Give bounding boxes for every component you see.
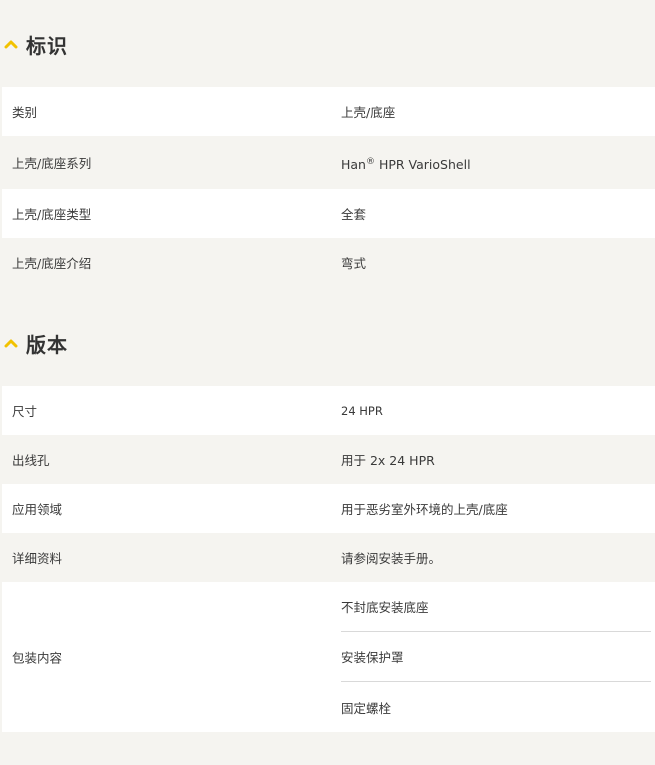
spec-table-identification: 类别 上壳/底座 上壳/底座系列 Han® HPR VarioShell 上壳/… <box>2 87 655 287</box>
table-row: 包装内容 不封底安装底座 安装保护罩 固定螺栓 <box>2 582 655 732</box>
table-row: 上壳/底座类型 全套 <box>2 189 655 238</box>
table-row: 上壳/底座系列 Han® HPR VarioShell <box>2 136 655 189</box>
row-label: 上壳/底座类型 <box>12 207 92 222</box>
table-row: 上壳/底座介绍 弯式 <box>2 238 655 287</box>
row-value: 上壳/底座 <box>341 105 396 120</box>
list-item: 固定螺栓 <box>341 700 392 716</box>
value-prefix: Han <box>341 157 366 172</box>
spec-table-version: 尺寸 24 HPR 出线孔 用于 2x 24 HPR 应用领域 用于恶劣室外环境… <box>2 386 655 732</box>
row-label: 上壳/底座系列 <box>12 156 92 171</box>
row-value: 用于恶劣室外环境的上壳/底座 <box>341 502 508 517</box>
row-label: 出线孔 <box>12 453 50 468</box>
row-label: 包装内容 <box>12 650 63 666</box>
list-item: 不封底安装底座 <box>341 582 651 632</box>
row-value: 请参阅安装手册。 <box>341 551 442 566</box>
list-item: 安装保护罩 <box>341 632 651 682</box>
row-label: 应用领域 <box>12 502 63 517</box>
package-contents-list: 不封底安装底座 安装保护罩 固定螺栓 <box>341 582 651 732</box>
row-value: 全套 <box>341 207 367 222</box>
row-value: 弯式 <box>341 256 367 271</box>
value-suffix: HPR VarioShell <box>374 157 471 172</box>
table-row: 应用领域 用于恶劣室外环境的上壳/底座 <box>2 484 655 533</box>
section-title: 标识 <box>26 33 68 58</box>
row-label: 尺寸 <box>12 404 38 419</box>
table-row: 出线孔 用于 2x 24 HPR <box>2 435 655 484</box>
row-label: 详细资料 <box>12 551 63 566</box>
row-value: 用于 2x 24 HPR <box>341 453 435 468</box>
chevron-up-icon <box>4 40 18 49</box>
section-header-version[interactable]: 版本 <box>0 323 655 363</box>
row-value: 24 HPR <box>341 403 383 418</box>
section-title: 版本 <box>26 332 68 357</box>
chevron-up-icon <box>4 339 18 348</box>
table-row: 类别 上壳/底座 <box>2 87 655 136</box>
table-row: 尺寸 24 HPR <box>2 386 655 435</box>
row-label: 类别 <box>12 105 38 120</box>
registered-mark: ® <box>365 157 375 167</box>
row-label: 上壳/底座介绍 <box>12 256 92 271</box>
product-spec-page: 标识 类别 上壳/底座 上壳/底座系列 Han® HPR VarioShell … <box>0 0 655 765</box>
row-value: Han® HPR VarioShell <box>341 157 471 172</box>
table-row: 详细资料 请参阅安装手册。 <box>2 533 655 582</box>
section-header-identification[interactable]: 标识 <box>0 24 655 64</box>
